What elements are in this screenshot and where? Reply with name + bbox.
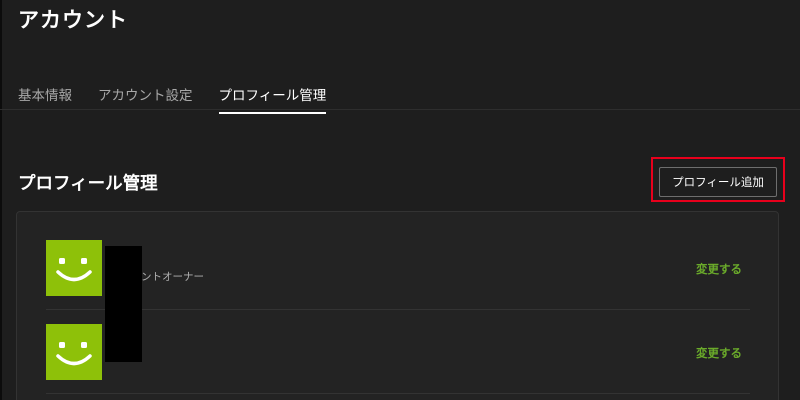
tab-divider: [0, 109, 800, 110]
row-divider: [46, 393, 750, 394]
change-profile-link[interactable]: 変更する: [696, 345, 742, 361]
add-profile-button[interactable]: プロフィール追加: [659, 167, 777, 197]
window-edge: [0, 0, 2, 400]
account-page: アカウント 基本情報 アカウント設定 プロフィール管理 プロフィール管理 プロフ…: [0, 0, 800, 400]
profile-row: 変更する: [46, 320, 750, 400]
row-divider: [46, 309, 750, 310]
change-profile-link[interactable]: 変更する: [696, 261, 742, 277]
profile-role-label: ントオーナー: [141, 271, 204, 283]
redaction-block: [105, 246, 142, 362]
profile-list-panel: ントオーナー 変更する 変更する: [16, 211, 779, 400]
profile-row: ントオーナー 変更する: [46, 236, 750, 320]
section-title: プロフィール管理: [18, 174, 158, 194]
smiley-face-icon[interactable]: [46, 324, 102, 380]
smiley-face-icon[interactable]: [46, 240, 102, 296]
page-title: アカウント: [18, 8, 128, 32]
